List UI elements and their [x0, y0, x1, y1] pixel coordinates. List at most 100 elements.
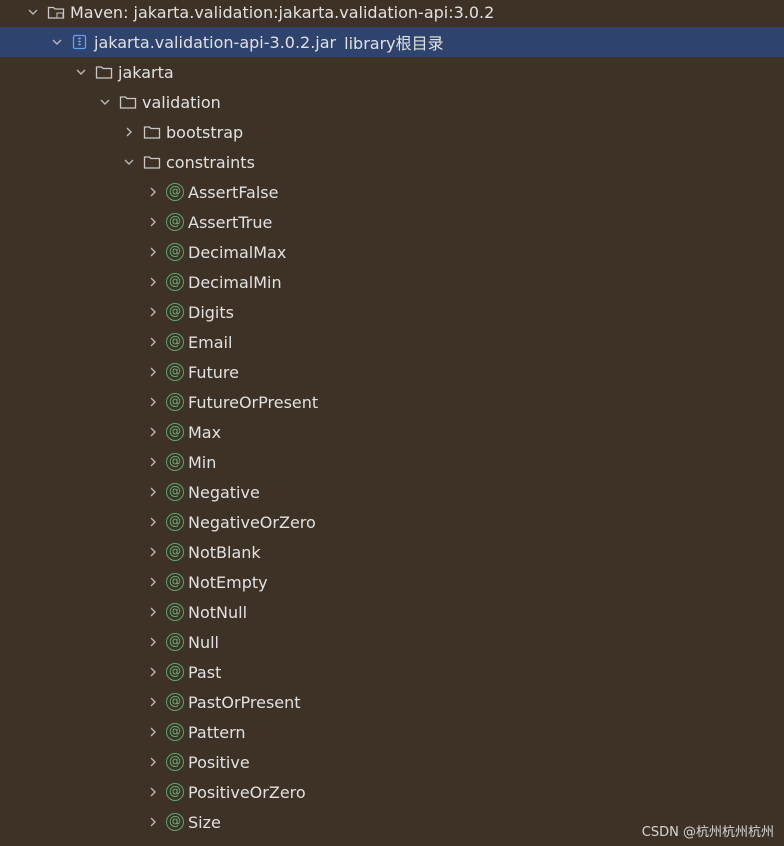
tree-node-annotation[interactable]: @ DecimalMax	[0, 237, 784, 267]
annotation-icon: @	[166, 213, 184, 231]
annotation-icon: @	[166, 513, 184, 531]
chevron-right-icon[interactable]	[144, 543, 162, 561]
annotation-icon: @	[166, 453, 184, 471]
tree-node-annotation[interactable]: @ AssertTrue	[0, 207, 784, 237]
annotation-icon: @	[166, 363, 184, 381]
tree-node-label: Positive	[188, 752, 250, 772]
chevron-right-icon[interactable]	[144, 273, 162, 291]
tree-node-label: constraints	[166, 152, 255, 172]
chevron-right-icon[interactable]	[144, 213, 162, 231]
folder-icon	[142, 123, 162, 141]
chevron-right-icon[interactable]	[144, 483, 162, 501]
tree-node-annotation[interactable]: @ Past	[0, 657, 784, 687]
tree-node-annotation[interactable]: @ Pattern	[0, 717, 784, 747]
chevron-right-icon[interactable]	[144, 753, 162, 771]
tree-node-annotation[interactable]: @ PositiveOrZero	[0, 777, 784, 807]
annotation-icon: @	[166, 243, 184, 261]
annotation-icon: @	[166, 633, 184, 651]
tree-node-label: jakarta	[118, 62, 174, 82]
folder-icon	[142, 153, 162, 171]
tree-node-label: Digits	[188, 302, 234, 322]
tree-node-label: Min	[188, 452, 217, 472]
annotation-icon: @	[166, 663, 184, 681]
chevron-right-icon[interactable]	[120, 123, 138, 141]
jar-archive-icon	[70, 33, 90, 51]
library-root-hint: library根目录	[344, 34, 444, 53]
chevron-right-icon[interactable]	[144, 663, 162, 681]
tree-node-annotation[interactable]: @ AssertFalse	[0, 177, 784, 207]
tree-node-annotation[interactable]: @ Positive	[0, 747, 784, 777]
chevron-down-icon[interactable]	[120, 153, 138, 171]
tree-node-annotation[interactable]: @ Null	[0, 627, 784, 657]
project-tree: Maven: jakarta.validation:jakarta.valida…	[0, 0, 784, 846]
annotation-icon: @	[166, 573, 184, 591]
annotation-icon: @	[166, 483, 184, 501]
chevron-right-icon[interactable]	[144, 363, 162, 381]
annotation-icon: @	[166, 333, 184, 351]
annotation-icon: @	[166, 693, 184, 711]
folder-icon	[94, 63, 114, 81]
chevron-right-icon[interactable]	[144, 303, 162, 321]
tree-node-label: Maven: jakarta.validation:jakarta.valida…	[70, 2, 495, 22]
chevron-right-icon[interactable]	[144, 693, 162, 711]
tree-node-annotation[interactable]: @ Future	[0, 357, 784, 387]
chevron-right-icon[interactable]	[144, 603, 162, 621]
tree-node-label: Pattern	[188, 722, 246, 742]
chevron-right-icon[interactable]	[144, 513, 162, 531]
chevron-right-icon[interactable]	[144, 633, 162, 651]
annotation-icon: @	[166, 543, 184, 561]
annotation-icon: @	[166, 303, 184, 321]
chevron-right-icon[interactable]	[144, 183, 162, 201]
tree-node-label: Negative	[188, 482, 260, 502]
chevron-down-icon[interactable]	[24, 3, 42, 21]
tree-node-annotation[interactable]: @ NotNull	[0, 597, 784, 627]
tree-node-annotation[interactable]: @ NotBlank	[0, 537, 784, 567]
tree-node-label: Null	[188, 632, 219, 652]
tree-node-annotation[interactable]: @ Negative	[0, 477, 784, 507]
chevron-right-icon[interactable]	[144, 723, 162, 741]
tree-node-package-jakarta[interactable]: jakarta	[0, 57, 784, 87]
tree-node-annotation[interactable]: @ Max	[0, 417, 784, 447]
watermark: CSDN @杭州杭州杭州	[641, 825, 774, 840]
annotation-icon: @	[166, 183, 184, 201]
annotation-icon: @	[166, 603, 184, 621]
tree-node-jar[interactable]: jakarta.validation-api-3.0.2.jar library…	[0, 27, 784, 57]
tree-node-annotation[interactable]: @ DecimalMin	[0, 267, 784, 297]
tree-node-label: PastOrPresent	[188, 692, 301, 712]
chevron-right-icon[interactable]	[144, 333, 162, 351]
chevron-right-icon[interactable]	[144, 573, 162, 591]
tree-node-label: Max	[188, 422, 222, 442]
tree-node-label: Past	[188, 662, 222, 682]
chevron-right-icon[interactable]	[144, 813, 162, 831]
tree-node-package-constraints[interactable]: constraints	[0, 147, 784, 177]
tree-node-maven-library[interactable]: Maven: jakarta.validation:jakarta.valida…	[0, 0, 784, 27]
tree-node-label: NegativeOrZero	[188, 512, 316, 532]
tree-node-label: Future	[188, 362, 239, 382]
chevron-down-icon[interactable]	[48, 33, 66, 51]
chevron-down-icon[interactable]	[72, 63, 90, 81]
tree-node-label: validation	[142, 92, 221, 112]
tree-node-annotation[interactable]: @ Email	[0, 327, 784, 357]
tree-node-label: PositiveOrZero	[188, 782, 306, 802]
tree-node-label: jakarta.validation-api-3.0.2.jar	[94, 32, 337, 52]
folder-icon	[118, 93, 138, 111]
tree-node-label: bootstrap	[166, 122, 244, 142]
chevron-right-icon[interactable]	[144, 243, 162, 261]
tree-node-annotation[interactable]: @ NegativeOrZero	[0, 507, 784, 537]
annotation-icon: @	[166, 723, 184, 741]
chevron-down-icon[interactable]	[96, 93, 114, 111]
tree-node-annotation[interactable]: @ PastOrPresent	[0, 687, 784, 717]
chevron-right-icon[interactable]	[144, 453, 162, 471]
tree-node-label: Size	[188, 812, 221, 832]
tree-node-annotation[interactable]: @ FutureOrPresent	[0, 387, 784, 417]
tree-node-annotation[interactable]: @ Min	[0, 447, 784, 477]
tree-node-annotation[interactable]: @ Digits	[0, 297, 784, 327]
chevron-right-icon[interactable]	[144, 393, 162, 411]
chevron-right-icon[interactable]	[144, 783, 162, 801]
tree-node-annotation[interactable]: @ NotEmpty	[0, 567, 784, 597]
tree-node-label: AssertTrue	[188, 212, 273, 232]
tree-node-package-bootstrap[interactable]: bootstrap	[0, 117, 784, 147]
tree-node-package-validation[interactable]: validation	[0, 87, 784, 117]
chevron-right-icon[interactable]	[144, 423, 162, 441]
tree-node-label: NotEmpty	[188, 572, 268, 592]
